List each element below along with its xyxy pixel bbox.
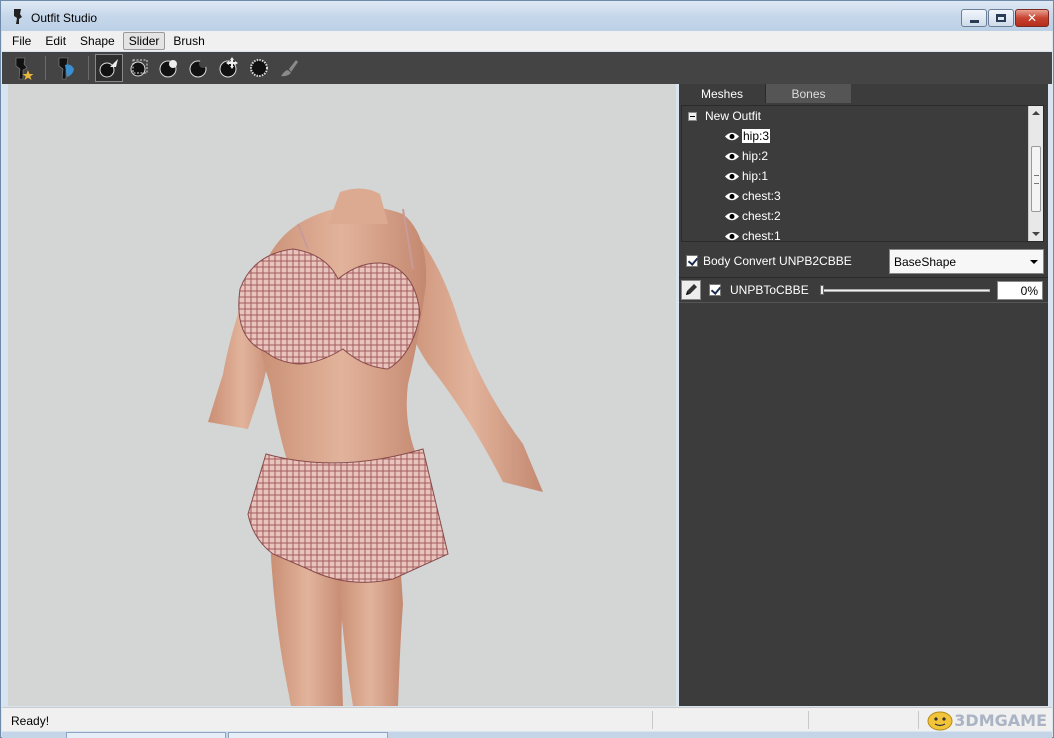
- tab-bones[interactable]: Bones: [765, 84, 851, 103]
- mesh-list: hip:3 hip:2 hip:1 chest:3 chest:2 chest:…: [724, 126, 781, 242]
- toolbar-separator: [88, 56, 89, 80]
- select-brush-icon: [99, 59, 118, 78]
- outfit-studio-window: Outfit Studio ✕ File Edit Shape Slider B…: [0, 0, 1054, 738]
- collapse-icon[interactable]: [688, 111, 697, 121]
- watermark-text: 3DMGAME: [954, 710, 1047, 730]
- panel-tabs: Meshes Bones: [679, 84, 1048, 104]
- close-icon: ✕: [1026, 11, 1038, 25]
- tab-meshes[interactable]: Meshes: [679, 84, 765, 103]
- project-row: Body Convert UNPB2CBBE BaseShape: [681, 247, 1044, 275]
- tree-root[interactable]: New Outfit: [688, 109, 761, 123]
- select-mesh-icon: [15, 57, 34, 80]
- select-mesh-button[interactable]: [9, 54, 37, 82]
- chevron-down-icon: [1030, 260, 1038, 264]
- mesh-item-hip-2[interactable]: hip:2: [724, 146, 781, 166]
- eye-icon[interactable]: [724, 211, 740, 222]
- select-slider-button[interactable]: [52, 54, 80, 82]
- scroll-up-icon[interactable]: [1032, 111, 1040, 115]
- smooth-brush-button[interactable]: [245, 54, 273, 82]
- eye-icon[interactable]: [724, 191, 740, 202]
- project-checkbox[interactable]: [686, 255, 698, 267]
- smooth-brush-icon: [250, 59, 268, 77]
- window-title: Outfit Studio: [31, 11, 98, 25]
- menu-brush[interactable]: Brush: [167, 32, 210, 50]
- select-brush-button[interactable]: [95, 54, 123, 82]
- mesh-tree: New Outfit hip:3 hip:2 hip:1 chest:3 che…: [681, 105, 1044, 242]
- move-brush-button[interactable]: [215, 54, 243, 82]
- mesh-label: hip:2: [742, 149, 769, 163]
- menu-slider[interactable]: Slider: [122, 32, 166, 50]
- mask-brush-button[interactable]: [125, 54, 153, 82]
- eye-icon[interactable]: [724, 131, 740, 142]
- taskbar-tab[interactable]: [228, 732, 388, 738]
- status-text: Ready!: [11, 714, 50, 728]
- taskbar-strip: [2, 732, 1052, 738]
- slider-track[interactable]: [820, 283, 990, 297]
- scroll-down-icon[interactable]: [1032, 232, 1040, 236]
- weight-brush-icon: [281, 60, 298, 77]
- minimize-icon: [969, 19, 979, 23]
- toolbar-separator: [45, 56, 46, 80]
- watermark-logo-icon: [927, 711, 953, 731]
- menu-bar: File Edit Shape Slider Brush: [2, 31, 1052, 51]
- eye-icon[interactable]: [724, 151, 740, 162]
- mesh-label: chest:1: [742, 229, 781, 242]
- eye-icon[interactable]: [724, 171, 740, 182]
- inflate-brush-icon: [159, 60, 177, 78]
- menu-file[interactable]: File: [6, 32, 37, 50]
- eye-icon[interactable]: [724, 231, 740, 242]
- mesh-label: chest:2: [742, 209, 781, 223]
- menu-shape[interactable]: Shape: [74, 32, 121, 50]
- slider-name: UNPBToCBBE: [730, 283, 809, 297]
- slider-row: UNPBToCBBE 0%: [679, 277, 1048, 303]
- title-bar[interactable]: Outfit Studio ✕: [1, 1, 1053, 31]
- mesh-item-chest-3[interactable]: chest:3: [724, 186, 781, 206]
- minimize-button[interactable]: [961, 9, 987, 27]
- shape-dropdown[interactable]: BaseShape: [889, 249, 1044, 274]
- status-divider: [652, 711, 653, 729]
- tree-root-label: New Outfit: [705, 109, 762, 123]
- mesh-item-hip-1[interactable]: hip:1: [724, 166, 781, 186]
- status-divider: [918, 711, 919, 729]
- scroll-thumb[interactable]: [1031, 146, 1041, 212]
- weight-brush-button[interactable]: [275, 54, 303, 82]
- deflate-brush-button[interactable]: [185, 54, 213, 82]
- slider-value-text: 0%: [1020, 283, 1038, 298]
- project-label: Body Convert UNPB2CBBE: [703, 254, 852, 268]
- select-slider-icon: [58, 57, 74, 80]
- slider-value-field[interactable]: 0%: [997, 281, 1043, 300]
- slider-checkbox[interactable]: [709, 284, 721, 296]
- close-button[interactable]: ✕: [1015, 9, 1049, 27]
- slider-handle[interactable]: [820, 285, 824, 295]
- status-divider: [808, 711, 809, 729]
- pencil-icon: [686, 284, 697, 295]
- deflate-brush-icon: [189, 60, 207, 78]
- slider-track-line: [820, 289, 990, 292]
- maximize-button[interactable]: [988, 9, 1014, 27]
- move-brush-icon: [219, 57, 238, 78]
- mask-brush-icon: [130, 59, 148, 77]
- mesh-item-chest-1[interactable]: chest:1: [724, 226, 781, 242]
- shape-dropdown-value: BaseShape: [894, 254, 957, 269]
- mesh-item-chest-2[interactable]: chest:2: [724, 206, 781, 226]
- menu-edit[interactable]: Edit: [39, 32, 72, 50]
- app-icon: [14, 9, 22, 24]
- toolbar: [2, 52, 1052, 84]
- window-controls: ✕: [960, 9, 1049, 27]
- inflate-brush-button[interactable]: [155, 54, 183, 82]
- mesh-label: chest:3: [742, 189, 781, 203]
- mesh-label: hip:3: [742, 129, 771, 143]
- 3d-viewport[interactable]: [8, 84, 676, 706]
- taskbar-tab[interactable]: [66, 732, 226, 738]
- mesh-item-hip-3[interactable]: hip:3: [724, 126, 781, 146]
- edit-slider-button[interactable]: [681, 280, 701, 300]
- tree-scrollbar[interactable]: [1028, 106, 1043, 241]
- status-bar: Ready! 3DMGAME: [2, 707, 1052, 731]
- right-panel: Meshes Bones New Outfit hip:3 hip:2 hip:…: [679, 84, 1048, 706]
- outfit-model-render: [208, 188, 543, 706]
- watermark: 3DMGAME: [926, 709, 1047, 731]
- mesh-label: hip:1: [742, 169, 769, 183]
- maximize-icon: [996, 14, 1006, 22]
